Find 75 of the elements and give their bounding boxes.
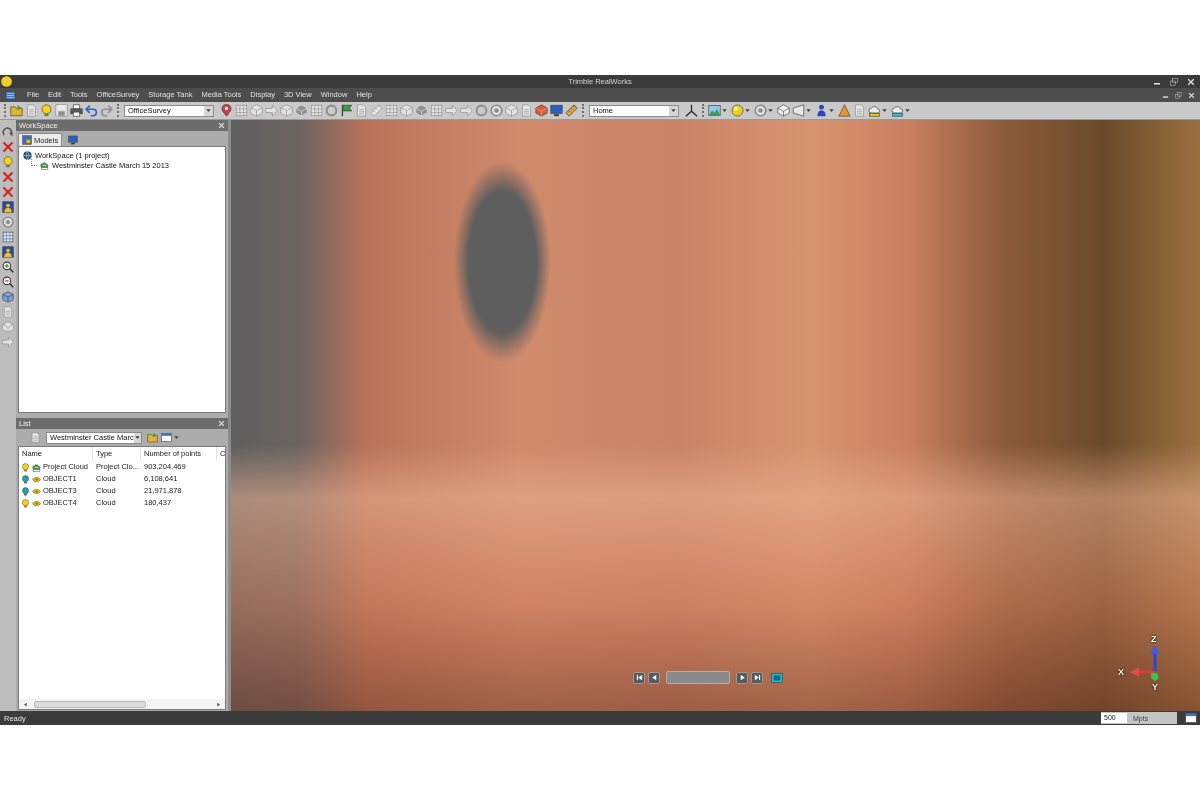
window-icon[interactable] [161,432,172,443]
caret-icon[interactable] [905,108,910,113]
zoom-out-icon[interactable] [2,276,14,288]
axis-label: Y [1152,682,1158,692]
caret-icon[interactable] [882,108,887,113]
cloud-project-icon [32,462,41,472]
undo-icon[interactable] [85,104,98,117]
printer-icon[interactable] [70,104,83,117]
ruler-icon[interactable] [565,104,578,117]
ellipse-icon [32,474,41,484]
horizontal-scrollbar[interactable] [19,699,225,709]
landscape-icon[interactable] [708,104,721,117]
box-icon[interactable] [777,104,790,117]
cone-icon[interactable] [838,104,851,117]
map-pin-icon[interactable] [220,104,233,117]
folder-icon[interactable] [147,432,158,443]
close-icon[interactable] [218,122,225,129]
lightbulb-icon[interactable] [21,498,30,508]
x-axis-arrow [1130,667,1155,677]
close-icon[interactable] [218,420,225,427]
monitor-icon [68,135,79,145]
cloud-project-icon [40,160,49,170]
point-cloud-render[interactable]: Z X Y [228,120,1200,711]
caret-icon[interactable] [206,108,211,113]
flag-icon[interactable] [340,104,353,117]
lightbulb-icon[interactable] [40,104,53,117]
loop-arrow-icon[interactable] [2,126,14,138]
lightbulb-icon[interactable] [21,486,30,496]
person-icon[interactable] [815,104,828,117]
y-axis-arrow [1151,673,1159,681]
picture-icon[interactable] [2,246,14,258]
window-icon[interactable] [1185,712,1197,724]
navigation-field[interactable] [666,671,730,684]
picture-icon[interactable] [2,201,14,213]
scrollbar-thumb[interactable] [34,700,146,708]
caret-icon[interactable] [722,108,727,113]
folder-icon[interactable] [10,104,23,117]
cross-icon[interactable] [2,141,14,153]
cross-icon[interactable] [2,171,14,183]
caret-icon[interactable] [174,435,179,440]
close-icon[interactable] [1188,91,1195,99]
z-axis-arrow [1150,645,1160,671]
cross-icon[interactable] [2,186,14,198]
restore-icon[interactable] [1170,77,1178,86]
step-forward-icon[interactable] [216,701,221,707]
sphere-icon[interactable] [731,104,744,117]
app-menu-icon[interactable] [5,89,16,101]
ellipse-icon [32,486,41,496]
restore-icon[interactable] [1175,91,1182,99]
caret-icon[interactable] [671,108,676,113]
tree-line [31,159,37,166]
caret-icon[interactable] [134,435,140,440]
globe-icon [23,150,32,160]
screen-icon[interactable] [771,671,783,684]
tile-icon [22,135,32,145]
cloud-icon[interactable] [868,104,881,117]
step-back-icon[interactable] [23,701,28,707]
caret-icon[interactable] [806,108,811,113]
axis-label: X [1118,667,1124,677]
zoom-in-icon[interactable] [2,261,14,273]
close-icon[interactable] [1187,77,1195,86]
cloud-layer-icon[interactable] [891,104,904,117]
lightbulb-icon[interactable] [21,474,30,484]
caret-icon[interactable] [745,108,750,113]
box-icon[interactable] [535,104,548,117]
lightbulb-icon[interactable] [2,156,14,168]
axes-icon[interactable] [685,104,698,117]
grid-icon[interactable] [2,231,14,243]
frustum-icon[interactable] [792,104,805,117]
lightbulb-icon[interactable] [21,462,30,472]
axis-label: Z [1151,634,1157,644]
caret-icon[interactable] [829,108,834,113]
ellipse-icon [32,498,41,508]
monitor-icon[interactable] [550,104,563,117]
logo-icon [1,76,12,87]
